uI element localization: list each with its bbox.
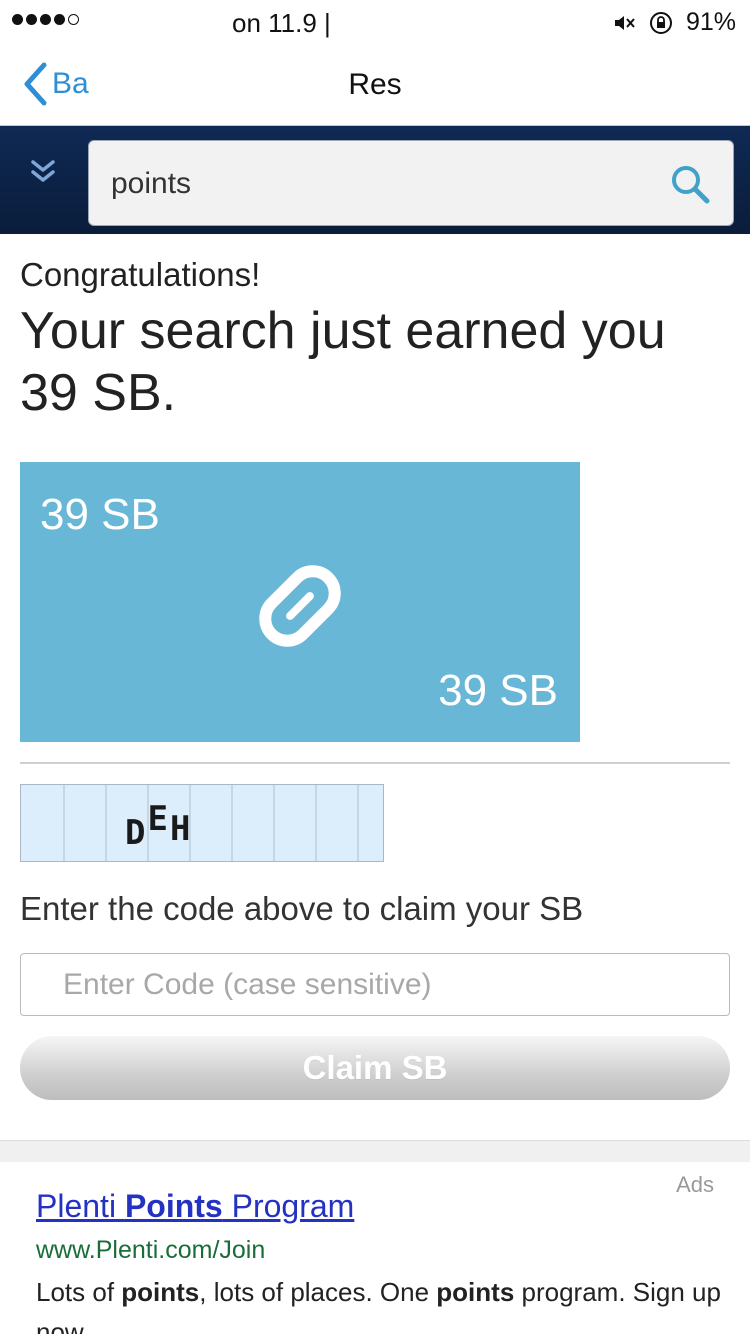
captcha-image: DEH — [20, 784, 384, 862]
claim-sb-button[interactable]: Claim SB — [20, 1036, 730, 1100]
code-input[interactable] — [20, 953, 730, 1016]
ads-label: Ads — [676, 1172, 714, 1197]
navigation-bar: Ba Res — [0, 44, 750, 126]
status-bar: on 11.9 | 91% — [0, 0, 750, 44]
swagbucks-logo-icon — [259, 565, 341, 647]
ad-url[interactable]: www.Plenti.com/Join — [36, 1236, 265, 1265]
page-title: Res — [348, 68, 402, 101]
ad-description: Lots of points, lots of places. One poin… — [36, 1277, 721, 1334]
status-indicators: 91% — [612, 8, 736, 37]
ad-title-pre: Plenti — [36, 1188, 125, 1224]
search-box — [88, 140, 734, 226]
earned-message: Your search just earned you 39 SB. — [20, 302, 666, 422]
ad-title-post: Program — [222, 1188, 355, 1224]
ad-title-bold: Points — [124, 1188, 223, 1224]
mute-icon — [614, 15, 635, 30]
search-icon — [672, 166, 710, 204]
double-chevron-down-icon — [31, 160, 55, 182]
captcha-char: D — [125, 813, 148, 853]
signal-strength-icon — [12, 14, 79, 25]
captcha-char: H — [169, 809, 193, 849]
ad-title-link[interactable]: Plenti Points Program — [36, 1188, 354, 1225]
reward-amount-bottom: 39 SB — [438, 666, 558, 715]
rotation-lock-icon — [649, 11, 672, 34]
reward-card: 39 SB 39 SB — [20, 462, 580, 742]
claim-instructions: Enter the code above to claim your SB — [20, 890, 584, 927]
battery-percent: 91% — [685, 8, 736, 36]
divider — [20, 762, 730, 764]
search-button[interactable] — [669, 163, 711, 210]
captcha-code: DEH — [125, 799, 192, 853]
captcha-char: E — [147, 799, 170, 839]
section-divider — [0, 1140, 750, 1162]
collapse-toggle-button[interactable] — [28, 156, 58, 191]
reward-amount-top: 39 SB — [40, 490, 160, 539]
ad-block: Ads Plenti Points Program www.Plenti.com… — [0, 1162, 750, 1334]
congratulations-heading: Congratulations! — [20, 256, 261, 293]
carrier-time-text: on 11.9 | — [232, 8, 331, 38]
search-header — [0, 126, 750, 234]
search-input[interactable] — [111, 167, 651, 201]
